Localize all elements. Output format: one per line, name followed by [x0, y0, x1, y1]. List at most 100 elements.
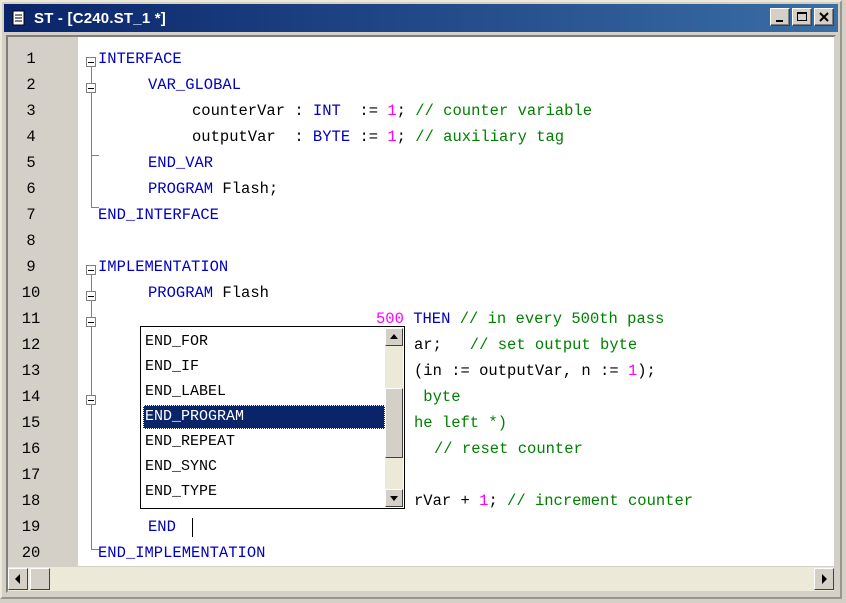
line-number: 12	[21, 336, 41, 354]
code-token: 1	[387, 128, 397, 146]
autocomplete-item[interactable]: END_TYPE	[143, 480, 385, 504]
code-line-9: IMPLEMENTATION	[98, 254, 228, 280]
editor-client-area: 1 2 3 4 5 6 7 8 9 10 11 12 13 14 15 16 17 18 19 20 INTERFAC…	[6, 35, 836, 593]
code-token: ;	[396, 128, 416, 146]
code-token: INTERFACE	[98, 50, 182, 68]
code-token: Flash;	[213, 180, 279, 198]
code-line-20: END_IMPLEMENTATION	[98, 540, 265, 566]
scroll-thumb[interactable]	[385, 388, 403, 458]
code-line-15: he left *)	[414, 410, 507, 436]
horizontal-scroll-thumb[interactable]	[30, 568, 50, 590]
fold-toggle-var-global[interactable]	[86, 83, 96, 93]
fold-guide	[91, 155, 99, 156]
arrow-right-icon	[822, 574, 827, 584]
maximize-icon	[797, 12, 807, 21]
code-line-10: PROGRAM Flash	[148, 280, 269, 306]
window-title: ST - [C240.ST_1 *]	[34, 9, 166, 27]
code-token: (in := outputVar, n :=	[414, 362, 628, 380]
line-number: 2	[26, 76, 36, 94]
code-line-5: END_VAR	[148, 150, 213, 176]
code-token: 1	[387, 102, 397, 120]
code-comment: // reset counter	[434, 440, 583, 458]
code-token: VAR_GLOBAL	[148, 76, 242, 94]
code-token: 1	[627, 362, 638, 380]
close-icon	[819, 12, 829, 22]
code-token: :=	[350, 128, 388, 146]
code-token: IMPLEMENTATION	[98, 258, 229, 276]
fold-toggle-if[interactable]	[86, 317, 96, 327]
code-token: ;	[488, 492, 508, 510]
horizontal-scrollbar[interactable]	[8, 566, 834, 591]
autocomplete-item[interactable]: END_FOR	[143, 330, 385, 354]
code-line-11: 500 THEN // in every 500th pass	[376, 306, 664, 332]
autocomplete-item[interactable]: END_REPEAT	[143, 430, 385, 454]
code-token: Flash	[213, 284, 269, 302]
code-token: BYTE	[312, 128, 351, 146]
code-token: counterVar :	[192, 102, 313, 120]
fold-toggle-block[interactable]	[86, 395, 96, 405]
code-token: rVar +	[414, 492, 480, 510]
scroll-right-button[interactable]	[814, 568, 834, 590]
fold-toggle-implementation[interactable]	[86, 265, 96, 275]
autocomplete-item[interactable]: END_LABEL	[143, 380, 385, 404]
code-line-2: VAR_GLOBAL	[148, 72, 241, 98]
line-number: 20	[21, 544, 41, 562]
code-comment: he left *)	[414, 414, 508, 432]
code-token: );	[637, 362, 656, 380]
line-number: 15	[21, 414, 41, 432]
code-line-14: byte	[414, 384, 460, 410]
fold-toggle-program[interactable]	[86, 291, 96, 301]
code-line-1: INTERFACE	[98, 46, 182, 72]
code-comment: // auxiliary tag	[415, 128, 565, 146]
code-comment: // in every 500th pass	[450, 310, 665, 328]
code-line-3: counterVar : INT := 1; // counter variab…	[192, 98, 592, 124]
line-number: 11	[21, 310, 41, 328]
code-editor[interactable]: INTERFACE VAR_GLOBAL counterVar : INT :=…	[78, 37, 834, 567]
autocomplete-popup[interactable]: END_FOR END_IF END_LABEL END_PROGRAM END_REP…	[140, 326, 405, 509]
code-token: THEN	[403, 310, 451, 328]
autocomplete-scrollbar[interactable]	[385, 328, 403, 507]
line-number: 19	[21, 518, 41, 536]
code-token: PROGRAM	[148, 180, 214, 198]
line-number: 4	[26, 128, 36, 146]
code-comment: // counter variable	[415, 102, 592, 120]
line-number: 17	[21, 466, 41, 484]
arrow-left-icon	[15, 574, 20, 584]
autocomplete-item[interactable]: END_SYNC	[143, 455, 385, 479]
code-line-16: // reset counter	[434, 436, 583, 462]
scroll-down-button[interactable]	[385, 489, 403, 507]
line-number: 10	[21, 284, 41, 302]
line-number: 18	[21, 492, 41, 510]
scroll-left-button[interactable]	[8, 568, 28, 590]
code-line-12: ar; // set output byte	[414, 332, 637, 358]
line-number: 14	[21, 388, 41, 406]
title-bar[interactable]: ST - [C240.ST_1 *]	[4, 4, 838, 32]
minimize-icon	[776, 20, 783, 22]
code-line-18: rVar + 1; // increment counter	[414, 488, 693, 514]
code-token: ar;	[414, 336, 442, 354]
document-icon	[12, 10, 25, 26]
code-token: END_IMPLEMENTATION	[98, 544, 266, 562]
line-number: 16	[21, 440, 41, 458]
minimize-button[interactable]	[770, 8, 790, 26]
code-token: END_INTERFACE	[98, 206, 219, 224]
autocomplete-item[interactable]: END_PROGRAM	[143, 405, 385, 429]
code-line-13: (in := outputVar, n := 1);	[414, 358, 656, 384]
code-token: END	[148, 518, 176, 536]
maximize-button[interactable]	[792, 8, 812, 26]
code-token: outputVar :	[192, 128, 313, 146]
line-number: 13	[21, 362, 41, 380]
autocomplete-item[interactable]: END_IF	[143, 355, 385, 379]
editor-window: ST - [C240.ST_1 *] 1 2 3 4 5 6 7 8 9 10 11 12 13 14 15…	[0, 0, 842, 599]
code-token: PROGRAM	[148, 284, 214, 302]
fold-toggle-interface[interactable]	[86, 57, 96, 67]
arrow-up-icon	[390, 334, 398, 339]
scroll-up-button[interactable]	[385, 328, 403, 346]
code-line-6: PROGRAM Flash;	[148, 176, 278, 202]
line-number: 1	[26, 50, 36, 68]
code-comment: // increment counter	[507, 492, 694, 510]
close-button[interactable]	[814, 8, 834, 26]
code-token: INT	[312, 102, 341, 120]
line-number: 7	[26, 206, 36, 224]
line-number: 3	[26, 102, 36, 120]
